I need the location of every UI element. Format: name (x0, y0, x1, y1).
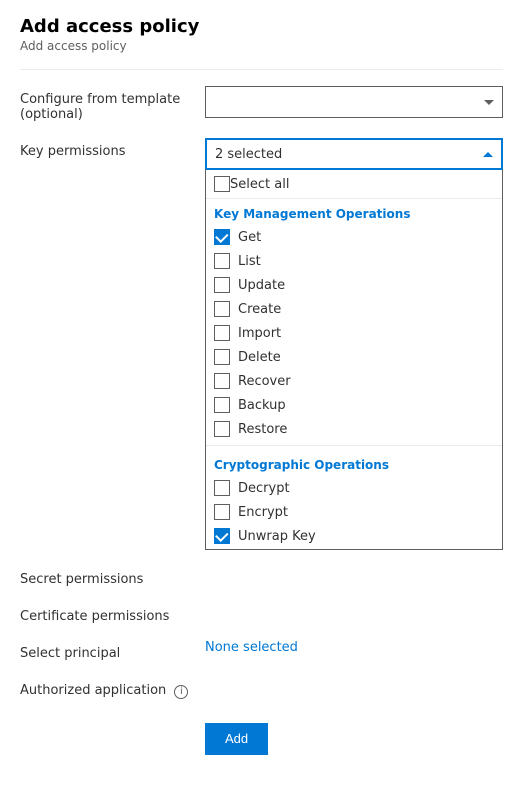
configure-template-label: Configure from template (optional) (20, 86, 205, 122)
checkbox-restore-input[interactable] (214, 421, 230, 437)
checkbox-update-label[interactable]: Update (238, 278, 285, 293)
key-permissions-row: Key permissions 2 selected Select all Ke… (20, 138, 503, 550)
key-permissions-control: 2 selected Select all Key Management Ope… (205, 138, 503, 550)
checkbox-delete-label[interactable]: Delete (238, 350, 281, 365)
select-all-row[interactable]: Select all (206, 170, 502, 199)
key-permissions-label: Key permissions (20, 138, 205, 159)
divider (20, 69, 503, 70)
select-all-checkbox[interactable] (214, 176, 230, 192)
checkbox-get-label[interactable]: Get (238, 230, 261, 245)
checkbox-backup: Backup (206, 393, 502, 417)
checkbox-unwrap-key-label[interactable]: Unwrap Key (238, 529, 316, 544)
breadcrumb: Add access policy (20, 39, 503, 53)
select-principal-control: None selected (205, 640, 503, 655)
select-principal-row: Select principal None selected (20, 640, 503, 661)
checkbox-create-input[interactable] (214, 301, 230, 317)
checkbox-recover-label[interactable]: Recover (238, 374, 291, 389)
secret-permissions-row: Secret permissions (20, 566, 503, 587)
certificate-permissions-label: Certificate permissions (20, 603, 205, 624)
authorized-application-row: Authorized application i (20, 677, 503, 699)
checkbox-create-label[interactable]: Create (238, 302, 281, 317)
checkbox-get-input[interactable] (214, 229, 230, 245)
checkbox-wrap-key: Wrap Key (206, 548, 502, 550)
checkbox-list-input[interactable] (214, 253, 230, 269)
page-container: Add access policy Add access policy Conf… (0, 0, 523, 787)
key-management-section-header: Key Management Operations (206, 199, 502, 225)
page-title: Add access policy (20, 16, 503, 37)
checkbox-update-input[interactable] (214, 277, 230, 293)
configure-template-chevron-down-icon (484, 100, 494, 105)
checkbox-encrypt-label[interactable]: Encrypt (238, 505, 288, 520)
certificate-permissions-row: Certificate permissions (20, 603, 503, 624)
select-all-label[interactable]: Select all (230, 177, 289, 192)
checkbox-get: Get (206, 225, 502, 249)
checkbox-unwrap-key-input[interactable] (214, 528, 230, 544)
cryptographic-section-header: Cryptographic Operations (206, 450, 502, 476)
add-button-row: Add (20, 715, 503, 755)
checkbox-recover-input[interactable] (214, 373, 230, 389)
add-button[interactable]: Add (205, 723, 268, 755)
key-permissions-select[interactable]: 2 selected (205, 138, 503, 170)
checkbox-recover: Recover (206, 369, 502, 393)
key-permissions-chevron-up-icon (483, 152, 493, 157)
section-divider (206, 445, 502, 446)
checkbox-import-input[interactable] (214, 325, 230, 341)
checkbox-list-label[interactable]: List (238, 254, 261, 269)
key-permissions-value: 2 selected (215, 147, 282, 162)
configure-template-row: Configure from template (optional) (20, 86, 503, 122)
checkbox-delete-input[interactable] (214, 349, 230, 365)
checkbox-create: Create (206, 297, 502, 321)
configure-template-select[interactable] (205, 86, 503, 118)
select-principal-link[interactable]: None selected (205, 634, 298, 655)
checkbox-decrypt: Decrypt (206, 476, 502, 500)
checkbox-import-label[interactable]: Import (238, 326, 281, 341)
checkbox-restore-label[interactable]: Restore (238, 422, 287, 437)
checkbox-delete: Delete (206, 345, 502, 369)
checkbox-update: Update (206, 273, 502, 297)
checkbox-backup-label[interactable]: Backup (238, 398, 286, 413)
authorized-application-label: Authorized application i (20, 677, 205, 699)
checkbox-list: List (206, 249, 502, 273)
checkbox-decrypt-input[interactable] (214, 480, 230, 496)
info-icon[interactable]: i (174, 685, 188, 699)
checkbox-import: Import (206, 321, 502, 345)
configure-template-control (205, 86, 503, 118)
checkbox-decrypt-label[interactable]: Decrypt (238, 481, 290, 496)
secret-permissions-label: Secret permissions (20, 566, 205, 587)
checkbox-encrypt: Encrypt (206, 500, 502, 524)
checkbox-restore: Restore (206, 417, 502, 441)
checkbox-backup-input[interactable] (214, 397, 230, 413)
key-permissions-dropdown: Select all Key Management Operations Get… (205, 170, 503, 550)
checkbox-unwrap-key: Unwrap Key (206, 524, 502, 548)
select-principal-label: Select principal (20, 640, 205, 661)
checkbox-encrypt-input[interactable] (214, 504, 230, 520)
